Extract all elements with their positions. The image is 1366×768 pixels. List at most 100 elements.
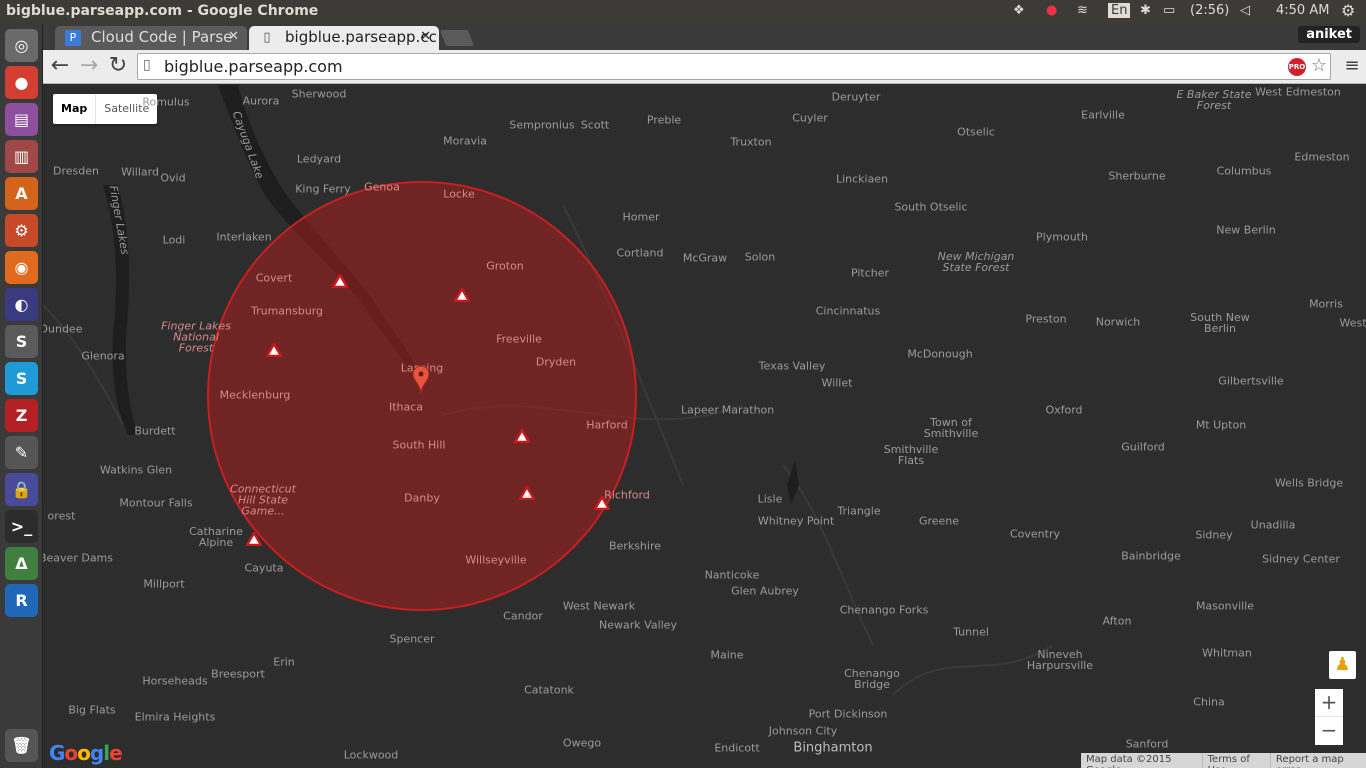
place-label: Sherwood (291, 87, 347, 101)
warning-triangle-icon[interactable] (514, 429, 530, 443)
warning-triangle-icon[interactable] (454, 288, 470, 302)
place-label: Lockwood (343, 748, 399, 762)
place-label: South Otselic (894, 200, 968, 214)
sublime-icon[interactable]: S (5, 325, 38, 358)
clock[interactable]: 4:50 AM (1276, 3, 1329, 18)
map-canvas[interactable]: Map Satellite Romulus Aurora Sherwood Deruy… (43, 85, 1366, 768)
place-label: Watkins Glen (99, 463, 173, 477)
warning-triangle-icon[interactable] (266, 343, 282, 357)
warning-triangle-icon[interactable] (332, 274, 348, 288)
firefox-icon[interactable]: ◉ (5, 251, 38, 284)
zoom-out-button[interactable]: − (1315, 717, 1343, 745)
launcher: ◎ ● ▤ ▥ A ⚙ ◉ ◐ S S Z ✎ 🔒 >_ Δ R 🗑 (0, 24, 43, 768)
place-label: Mecklenburg (219, 388, 291, 402)
wifi-icon[interactable]: ≋ (1077, 3, 1088, 18)
profile-name[interactable]: aniket (1298, 26, 1360, 43)
url-input[interactable] (162, 56, 1262, 77)
eclipse-icon[interactable]: ◐ (5, 288, 38, 321)
skype-icon[interactable]: S (5, 362, 38, 395)
location-pin-icon[interactable] (412, 365, 430, 395)
place-label: Greene (918, 514, 960, 528)
place-label: Locke (443, 187, 475, 201)
menu-icon[interactable]: ≡ (1339, 54, 1365, 80)
tab-label: bigblue.parseapp.cc (285, 28, 437, 46)
page-icon: ▯ (143, 57, 151, 73)
battery-icon[interactable]: ▭ (1163, 3, 1175, 18)
filezilla-icon[interactable]: Z (5, 399, 38, 432)
files-icon[interactable]: ▥ (5, 140, 38, 173)
warning-triangle-icon[interactable] (519, 486, 535, 500)
new-tab-button[interactable] (440, 30, 474, 46)
r-icon[interactable]: R (5, 584, 38, 617)
android-studio-icon[interactable]: Δ (5, 547, 38, 580)
keyboard-indicator[interactable]: En (1108, 3, 1131, 18)
place-label: Spencer (389, 632, 435, 646)
place-label: Cortland (616, 246, 664, 260)
map-type-map-button[interactable]: Map (53, 94, 95, 124)
place-label: Masonville (1195, 599, 1255, 613)
bluetooth-icon[interactable]: ✱ (1140, 3, 1151, 18)
place-label: South Hill (392, 438, 446, 452)
warning-triangle-icon[interactable] (246, 532, 262, 546)
place-label: Town of Smithville (923, 416, 979, 440)
place-label: Lapeer (681, 403, 719, 417)
tab-bigblue[interactable]: ▯ bigblue.parseapp.cc ✕ (249, 26, 439, 50)
volume-icon[interactable]: ◁ (1240, 3, 1250, 18)
place-label: Morris (1309, 297, 1343, 311)
close-icon[interactable]: ✕ (228, 29, 239, 44)
report-map-error-link[interactable]: Report a map error (1269, 753, 1366, 768)
place-label: Edmeston (1294, 150, 1350, 164)
place-label: McGraw (682, 251, 728, 265)
place-label: Sempronius (509, 118, 575, 132)
trash-icon[interactable]: 🗑 (5, 729, 38, 762)
warning-triangle-icon[interactable] (594, 496, 610, 510)
forward-icon[interactable]: → (76, 54, 102, 80)
place-label: Deruyter (831, 90, 881, 104)
battery-time[interactable]: (2:56) (1190, 3, 1229, 18)
app-purple-icon[interactable]: ▤ (5, 103, 38, 136)
place-label: Finger Lakes National Forest (161, 319, 231, 355)
place-label: New Berlin (1216, 223, 1276, 237)
google-logo[interactable]: Google (49, 741, 123, 765)
address-bar[interactable]: ▯ PRO ☆ (137, 53, 1331, 80)
settings-icon[interactable]: ⚙ (5, 214, 38, 247)
place-label: Ledyard (296, 152, 342, 166)
terminal-icon[interactable]: >_ (5, 510, 38, 543)
software-center-icon[interactable]: A (5, 177, 38, 210)
tab-cloud-code[interactable]: P Cloud Code | Parse ✕ (55, 26, 247, 50)
place-label: Romulus (142, 95, 190, 109)
pro-extension-badge[interactable]: PRO (1288, 58, 1306, 76)
place-label: Trumansburg (250, 304, 324, 318)
place-label: Cayuta (244, 561, 284, 575)
place-label: Berkshire (608, 539, 662, 553)
place-label: Homer (622, 210, 660, 224)
place-label: Binghamton (793, 740, 873, 756)
place-label: Chenango Forks (839, 603, 929, 617)
power-gear-icon[interactable]: ⚙ (1341, 1, 1355, 20)
place-label: Moravia (443, 134, 487, 148)
place-label: Ovid (160, 171, 186, 185)
zoom-in-button[interactable]: + (1315, 689, 1343, 717)
reload-icon[interactable]: ↻ (105, 54, 131, 80)
place-label: Scott (580, 118, 610, 132)
place-label: Willseyville (465, 553, 527, 567)
place-label: West (1339, 316, 1366, 330)
place-label: Breesport (211, 667, 265, 681)
place-label: Endicott (714, 741, 760, 755)
place-label: Whitman (1202, 646, 1252, 660)
place-label: Candor (503, 609, 543, 623)
street-view-pegman-icon[interactable]: ♟ (1329, 651, 1356, 679)
place-label: Truxton (730, 135, 772, 149)
lock-icon[interactable]: 🔒 (5, 473, 38, 506)
dropbox-icon[interactable]: ❖ (1013, 3, 1025, 18)
dash-icon[interactable]: ◎ (5, 29, 38, 62)
chrome-tray-icon[interactable]: ● (1046, 3, 1057, 18)
inkscape-icon[interactable]: ✎ (5, 436, 38, 469)
close-icon[interactable]: ✕ (420, 29, 431, 44)
terms-of-use-link[interactable]: Terms of Use (1201, 753, 1270, 768)
back-icon[interactable]: ← (47, 54, 73, 80)
chrome-icon[interactable]: ● (5, 66, 38, 99)
map-base (43, 85, 1054, 696)
bookmark-star-icon[interactable]: ☆ (1311, 55, 1327, 76)
place-label: Aurora (242, 94, 280, 108)
